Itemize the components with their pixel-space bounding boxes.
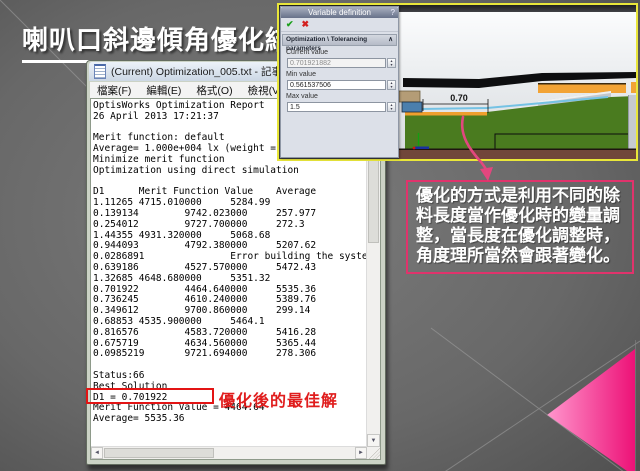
scroll-left-button[interactable]: ◄ [91, 447, 103, 459]
tan-block [399, 91, 420, 102]
max-value-text: 1.5 [290, 104, 300, 111]
max-value-field[interactable]: 1.5 ▴ ▾ [287, 102, 386, 112]
dimension-label: 0.70 [450, 93, 468, 103]
scroll-right-icon: ► [358, 450, 364, 456]
panel-titlebar[interactable]: Variable definition ? [281, 7, 398, 18]
best-solution-annotation: 優化後的最佳解 [219, 387, 338, 411]
horizontal-scrollbar[interactable]: ◄ ► [91, 446, 367, 459]
min-value-spinner[interactable]: ▴ ▾ [387, 80, 396, 90]
menu-item-edit[interactable]: 編輯(E) [146, 83, 181, 98]
horizontal-scroll-thumb[interactable] [104, 448, 214, 458]
scroll-right-button[interactable]: ► [355, 447, 367, 459]
scroll-left-icon: ◄ [94, 450, 100, 456]
cancel-x-icon[interactable]: ✖ [302, 20, 310, 29]
brown-band [399, 150, 636, 159]
resize-grip[interactable] [367, 447, 380, 459]
min-value-field[interactable]: 0.561537506 ▴ ▾ [287, 80, 386, 90]
orange-bar-segment [631, 82, 636, 93]
section-label: Optimization \ Tolerancing parameters [286, 35, 388, 45]
scroll-down-button[interactable]: ▼ [367, 434, 380, 447]
spinner-down-icon[interactable]: ▾ [388, 85, 395, 89]
apply-check-icon[interactable]: ✔ [286, 20, 294, 29]
panel-title-text: Variable definition [308, 8, 371, 17]
notepad-window-title: (Current) Optimization_005.txt - 記事本 [111, 64, 292, 79]
page-title: 喇叭口斜邊傾角優化結果 [22, 20, 319, 63]
cad-3d-viewport: 0.70 [399, 12, 636, 159]
current-value-field[interactable]: 0.701921882 ▴ ▾ [287, 58, 386, 68]
section-collapse-icon: ∧ [388, 35, 393, 45]
scroll-down-icon: ▼ [371, 438, 377, 444]
app-scrollbar-border [628, 95, 629, 150]
slide: 喇叭口斜邊傾角優化結果 (Current) Optimization_005.t… [0, 0, 640, 471]
blue-block [402, 102, 422, 112]
current-value-text: 0.701921882 [290, 60, 331, 67]
menu-item-file[interactable]: 檔案(F) [97, 83, 131, 98]
callout-arrow [450, 110, 506, 184]
notepad-icon [94, 64, 106, 79]
spinner-down-icon[interactable]: ▾ [388, 63, 395, 67]
min-value-text: 0.561537506 [290, 82, 331, 89]
menu-item-format[interactable]: 格式(O) [196, 83, 232, 98]
section-header-optimization-tolerancing[interactable]: Optimization \ Tolerancing parameters ∧ [282, 34, 397, 46]
arrowhead [480, 167, 493, 181]
panel-toolbar: ✔ ✖ [281, 18, 398, 32]
best-solution-highlight-box [86, 388, 214, 404]
cad-model-view: 0.70 [399, 12, 636, 159]
max-value-label: Max value [286, 93, 398, 101]
app-scrollbar-sliver [628, 95, 636, 150]
spinner-down-icon[interactable]: ▾ [388, 107, 395, 111]
explanation-note-box: 優化的方式是利用不同的除 料長度當作優化時的變量調 整，當長度在優化調整時， 角… [406, 180, 634, 274]
current-value-spinner[interactable]: ▴ ▾ [387, 58, 396, 68]
orange-bar-edge [538, 83, 626, 85]
max-value-spinner[interactable]: ▴ ▾ [387, 102, 396, 112]
variable-definition-panel: Variable definition ? ✔ ✖ Optimization \… [280, 6, 399, 158]
help-icon[interactable]: ? [391, 7, 395, 18]
min-value-label: Min value [286, 71, 398, 79]
current-value-label: Current value [286, 49, 398, 57]
